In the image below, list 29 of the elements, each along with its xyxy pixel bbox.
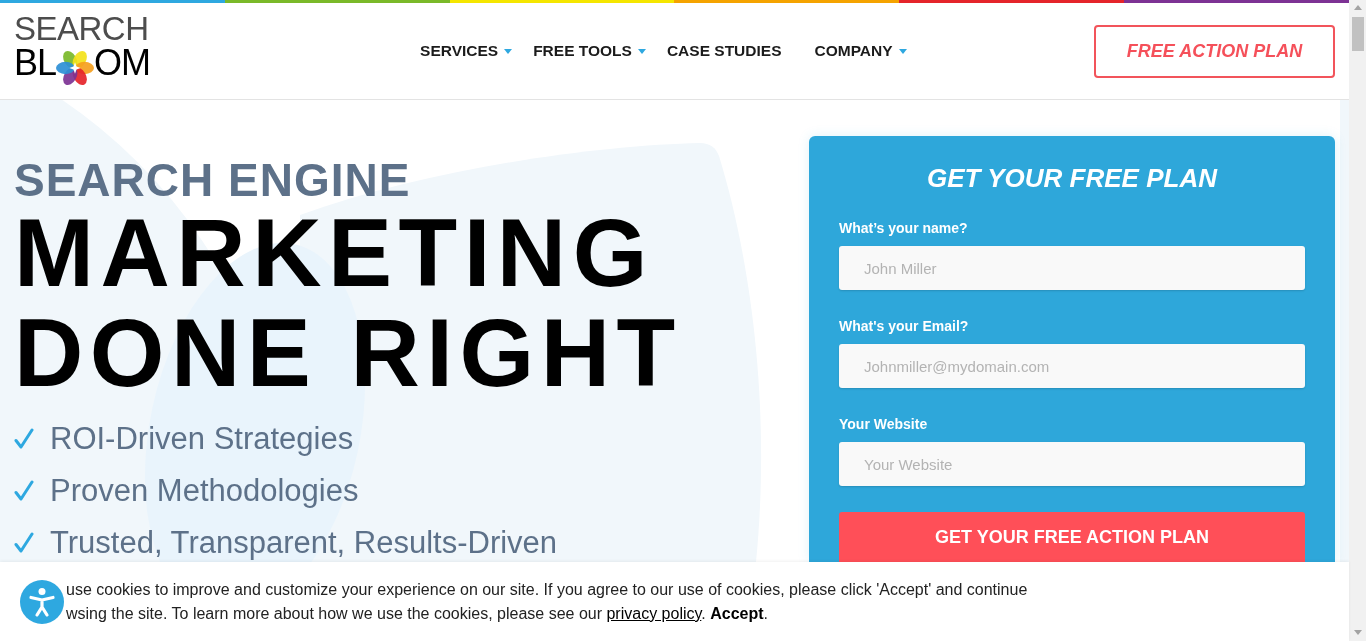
check-icon: [14, 480, 34, 502]
text-input[interactable]: Johnmiller@mydomain.com: [839, 344, 1305, 388]
field-label: Your Website: [839, 415, 928, 433]
cookie-notice: use cookies to improve and customize your experience on our site. If you agree to our use of cookies, please click 'Accept' and continue wsing the site. To learn more about how we use the cookies, please see our privacy policy. Accept.: [66, 577, 1028, 626]
scrollbar[interactable]: [1349, 0, 1366, 641]
scroll-down-icon[interactable]: [1353, 630, 1362, 635]
scroll-up-icon[interactable]: [1353, 5, 1362, 10]
field-label: What’s your name?: [839, 219, 968, 237]
nav-link[interactable]: CASE STUDIES: [666, 39, 782, 63]
logo-link[interactable]: SEARCH BL OM: [14, 15, 151, 87]
privacy-policy-link[interactable]: privacy policy: [606, 604, 702, 622]
check-icon: [14, 428, 34, 450]
form-title: GET YOUR FREE PLAN: [927, 162, 1217, 194]
benefit-text: ROI-Driven Strategies: [50, 422, 354, 456]
flower-logo-icon: [56, 49, 95, 87]
accessibility-icon[interactable]: [20, 579, 64, 624]
nav-link[interactable]: COMPANY: [814, 39, 907, 63]
check-icon: [14, 532, 34, 554]
hero-headline: MARKETING DONE RIGHT: [14, 203, 682, 403]
text-input[interactable]: John Miller: [839, 246, 1305, 290]
scroll-thumb[interactable]: [1351, 17, 1364, 51]
nav-link[interactable]: FREE TOOLS: [533, 39, 646, 63]
benefit-text: Trusted, Transparent, Results-Driven: [50, 526, 558, 560]
accept-button[interactable]: Accept: [710, 601, 764, 626]
text-input[interactable]: Your Website: [839, 442, 1305, 486]
nav-link[interactable]: SERVICES: [420, 39, 513, 63]
hero-eyebrow: SEARCH ENGINE: [14, 157, 411, 203]
field-label: What's your Email?: [839, 317, 969, 335]
benefit-text: Proven Methodologies: [50, 474, 359, 508]
